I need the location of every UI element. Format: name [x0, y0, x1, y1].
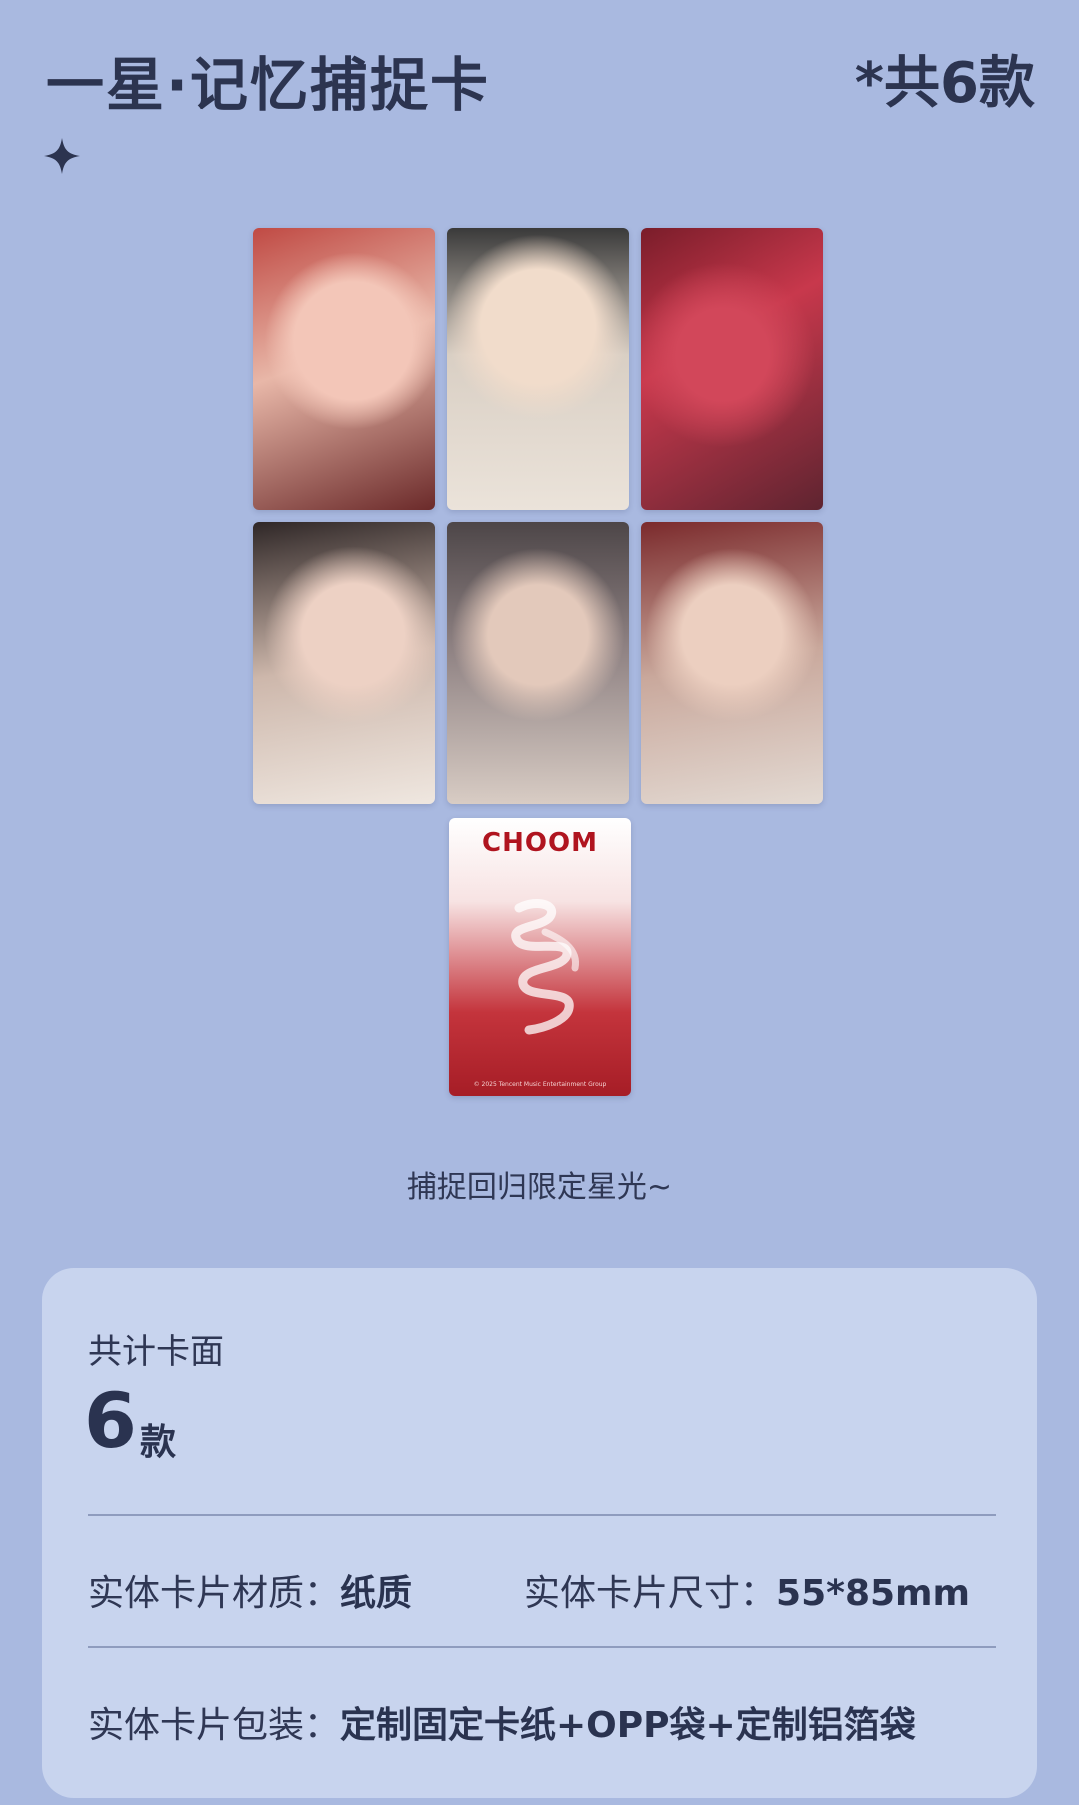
card-grid — [253, 228, 823, 804]
total-number: 6 — [84, 1376, 137, 1465]
packaging-label: 实体卡片包装： — [88, 1705, 341, 1746]
total-label: 共计卡面 — [88, 1332, 224, 1372]
packaging-value: 定制固定卡纸+OPP袋+定制铝箔袋 — [340, 1705, 916, 1746]
photo-card[interactable] — [641, 228, 823, 510]
photo-card[interactable] — [447, 522, 629, 804]
material-label: 实体卡片材质： — [88, 1573, 341, 1614]
size-value: 55*85mm — [776, 1573, 971, 1614]
card-back-title: CHOOM — [482, 828, 598, 858]
photo-card[interactable] — [253, 228, 435, 510]
material-spec: 实体卡片材质：纸质 — [88, 1564, 412, 1616]
card-back[interactable]: CHOOM © 2025 Tencent Music Entertainment… — [449, 818, 631, 1096]
divider — [88, 1514, 996, 1516]
divider — [88, 1646, 996, 1648]
size-spec: 实体卡片尺寸：55*85mm — [524, 1564, 970, 1616]
photo-card[interactable] — [447, 228, 629, 510]
details-panel: 共计卡面 6 款 实体卡片材质：纸质 实体卡片尺寸：55*85mm 实体卡片包装… — [42, 1268, 1037, 1798]
page-title: 一星·记忆捕捉卡 — [46, 51, 491, 119]
size-label: 实体卡片尺寸： — [524, 1573, 777, 1614]
calligraphy-logo-icon — [511, 899, 579, 1035]
caption: 捕捉回归限定星光~ — [406, 1170, 673, 1205]
material-value: 纸质 — [340, 1573, 413, 1614]
card-back-footer: © 2025 Tencent Music Entertainment Group — [473, 1081, 607, 1088]
sparkle-icon — [44, 138, 80, 174]
page: 一星·记忆捕捉卡 *共6款 CHOOM © 2025 Tencent Music… — [0, 0, 1079, 1805]
packaging-spec: 实体卡片包装：定制固定卡纸+OPP袋+定制铝箔袋 — [88, 1696, 916, 1748]
photo-card[interactable] — [253, 522, 435, 804]
style-count: *共6款 — [854, 51, 1035, 116]
total-unit: 款 — [140, 1422, 177, 1463]
photo-card[interactable] — [641, 522, 823, 804]
